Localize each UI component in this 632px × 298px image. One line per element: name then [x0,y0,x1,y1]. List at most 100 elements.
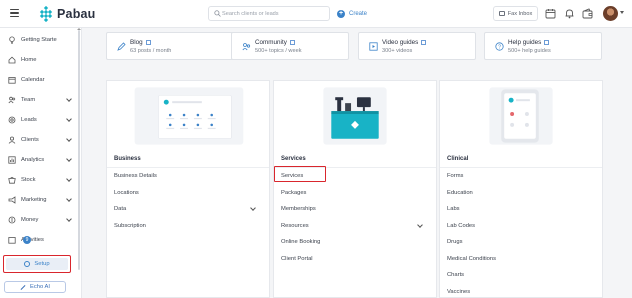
sidebar-item-label: Clients [21,137,39,143]
activities-count-badge: 9 [23,236,31,244]
section-title: Clinical [447,156,469,162]
sidebar-item-label: Calendar [21,77,45,83]
resource-card-blog[interactable]: Blog 63 posts / month [106,32,246,60]
resource-title: Community [255,39,287,46]
link-vaccines[interactable]: Vaccines [447,289,470,295]
fax-inbox-label: Fax Inbox [507,10,533,17]
sidebar-item-leads[interactable]: Leads [8,113,73,127]
search-input[interactable] [222,8,327,19]
chevron-down-icon [66,136,72,142]
analytics-icon [8,156,16,164]
sidebar-item-stock[interactable]: Stock [8,173,73,187]
chevron-down-icon [66,176,72,182]
chevron-down-icon [66,156,72,162]
chevron-down-icon[interactable] [417,222,423,228]
search-icon [214,10,221,17]
chevron-down-icon [66,196,72,202]
sidebar-scrollbar[interactable] [78,30,80,270]
create-label: Create [349,10,368,17]
link-locations[interactable]: Locations [114,190,139,196]
section-services: Services Services Packages Memberships R… [273,80,437,298]
chevron-down-icon[interactable] [620,11,624,14]
link-business-details[interactable]: Business Details [114,173,157,179]
divider [440,167,602,168]
clinical-illustration [489,87,553,145]
business-illustration [134,87,244,145]
calendar-icon [8,77,16,84]
search-box[interactable] [208,6,330,21]
avatar[interactable] [603,6,618,21]
link-packages[interactable]: Packages [281,190,306,196]
sidebar-item-activities[interactable]: 9 Activities [8,233,73,247]
sidebar-item-team[interactable]: Team [8,93,73,107]
divider [107,167,269,168]
section-title: Business [114,156,141,162]
link-subscription[interactable]: Subscription [114,223,146,229]
resource-card-video-guides[interactable]: Video guides 300+ videos [358,32,476,60]
resource-card-community[interactable]: Community 500+ topics / week [231,32,349,60]
sidebar-item-label: Home [21,57,37,63]
sidebar-item-label: Stock [21,177,36,183]
section-title: Services [281,156,306,162]
target-icon [8,116,16,124]
link-memberships[interactable]: Memberships [281,206,316,212]
setup-label: Setup [34,261,50,267]
resource-title: Video guides [382,39,419,46]
home-icon [8,56,16,64]
link-education[interactable]: Education [447,190,473,196]
resource-card-help-guides[interactable]: ? Help guides 500+ help guides [484,32,602,60]
link-medical-conditions[interactable]: Medical Conditions [447,256,496,262]
section-business: Business Business Details Locations Data… [106,80,270,298]
lightbulb-icon [9,36,15,44]
sidebar-item-label: Money [21,217,39,223]
sidebar-item-marketing[interactable]: Marketing [8,193,73,207]
link-charts[interactable]: Charts [447,272,464,278]
wallet-icon[interactable] [582,8,593,19]
link-resources[interactable]: Resources [281,223,309,229]
sidebar-item-label: Team [21,97,36,103]
link-online-booking[interactable]: Online Booking [281,239,320,245]
sidebar-item-label: Getting Starte [21,37,57,43]
echo-ai-label: Echo AI [30,284,50,290]
echo-ai-button[interactable]: Echo AI [4,281,66,293]
resource-subtitle: 500+ help guides [508,48,551,54]
services-illustration [323,87,387,145]
svg-text:?: ? [498,45,501,51]
resource-subtitle: 300+ videos [382,48,413,54]
fax-inbox-button[interactable]: Fax Inbox [493,6,538,21]
activities-icon [8,237,16,244]
sidebar-item-calendar[interactable]: Calendar [8,73,73,87]
help-icon: ? [495,42,504,51]
sidebar-item-label: Analytics [21,157,45,163]
chevron-down-icon [66,216,72,222]
resource-subtitle: 500+ topics / week [255,48,302,54]
chevron-down-icon[interactable] [250,205,256,211]
external-link-icon [421,40,427,45]
plus-icon: + [337,9,345,18]
bell-icon[interactable] [564,8,575,19]
top-bar: Pabau + Create Fax Inbox [0,0,632,28]
menu-icon[interactable] [10,9,19,17]
link-forms[interactable]: Forms [447,173,463,179]
link-lab-codes[interactable]: Lab Codes [447,223,475,229]
sidebar-item-clients[interactable]: Clients [8,133,73,147]
sidebar-item-setup[interactable]: Setup [6,258,68,270]
user-icon [8,136,16,144]
video-icon [369,42,378,51]
sidebar-item-home[interactable]: Home [8,53,73,67]
link-data[interactable]: Data [114,206,126,212]
sidebar-item-getting-started[interactable]: Getting Starte [8,33,73,47]
create-button[interactable]: + Create [337,7,367,20]
link-client-portal[interactable]: Client Portal [281,256,313,262]
fax-icon [498,11,505,16]
calendar-icon[interactable] [545,8,556,19]
money-icon [8,216,16,224]
chevron-down-icon [66,96,72,102]
external-link-icon [289,40,295,45]
sidebar-item-analytics[interactable]: Analytics [8,153,73,167]
link-drugs[interactable]: Drugs [447,239,462,245]
external-link-icon [544,40,550,45]
sidebar-item-label: Marketing [21,197,47,203]
sidebar-item-money[interactable]: Money [8,213,73,227]
link-labs[interactable]: Labs [447,206,460,212]
